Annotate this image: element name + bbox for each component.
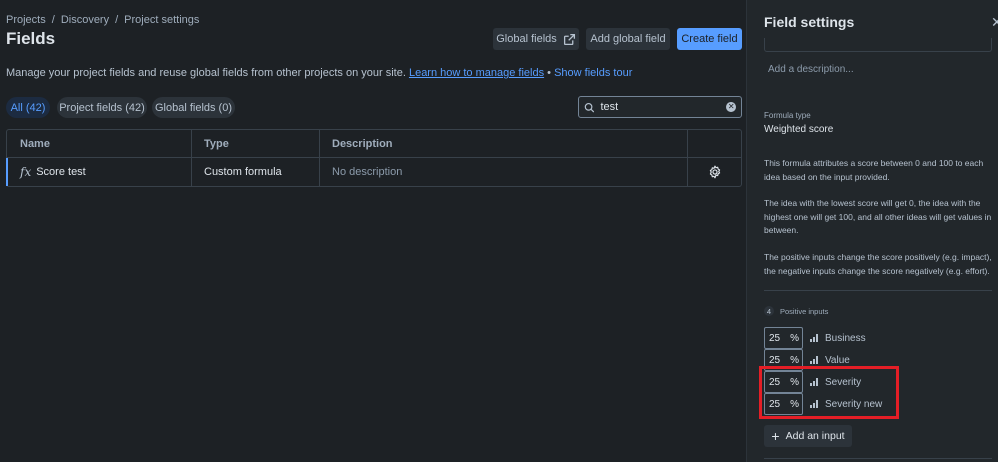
bar-chart-icon — [810, 400, 818, 408]
page-title: Fields — [6, 29, 56, 48]
search-input[interactable] — [600, 101, 721, 113]
search-icon — [584, 102, 595, 112]
column-name[interactable]: Name — [7, 130, 192, 157]
row-actions — [688, 158, 741, 186]
input-row-severity-new: 25% Severity new — [764, 393, 882, 415]
description-field[interactable]: Add a description... — [768, 64, 854, 75]
bar-chart-icon — [810, 378, 818, 386]
row-name: Score test — [36, 166, 86, 178]
add-input-label: Add an input — [785, 430, 845, 442]
add-input-button[interactable]: + Add an input — [764, 425, 852, 447]
external-link-icon — [563, 33, 575, 45]
intro-description: Manage your project fields and reuse glo… — [6, 67, 406, 79]
row-type: Custom formula — [192, 158, 320, 186]
field-settings-panel: Field settings ✕ Add a description... Fo… — [746, 0, 998, 462]
filter-global-fields[interactable]: Global fields (0) — [152, 97, 235, 118]
column-description[interactable]: Description — [320, 130, 688, 157]
input-label: Value — [825, 354, 850, 366]
weight-value: 25 — [769, 376, 781, 388]
weight-input[interactable]: 25% — [764, 327, 803, 349]
column-type[interactable]: Type — [192, 130, 320, 157]
row-name-cell: fx Score test — [7, 158, 192, 186]
column-actions — [688, 130, 741, 157]
bar-chart-icon — [810, 356, 818, 364]
input-row-business: 25% Business — [764, 327, 866, 349]
breadcrumb-separator: / — [51, 14, 55, 26]
formula-explanation-1: This formula attributes a score between … — [764, 158, 984, 182]
formula-type-value: Weighted score — [764, 124, 834, 135]
clear-icon[interactable]: ✕ — [726, 102, 736, 112]
global-fields-button[interactable]: Global fields — [493, 28, 579, 50]
input-label: Severity — [825, 376, 862, 388]
close-icon[interactable]: ✕ — [991, 14, 998, 31]
formula-type-label: Formula type — [764, 111, 811, 120]
learn-more-link[interactable]: Learn how to manage fields — [409, 67, 544, 79]
breadcrumb: Projects / Discovery / Project settings — [6, 14, 199, 26]
percent-sign: % — [790, 376, 799, 388]
panel-title: Field settings — [764, 14, 855, 30]
percent-sign: % — [790, 354, 799, 366]
weight-value: 25 — [769, 354, 781, 366]
divider — [764, 290, 992, 291]
input-label: Severity new — [825, 398, 883, 410]
intro-text: Manage your project fields and reuse glo… — [6, 67, 632, 79]
breadcrumb-project-settings[interactable]: Project settings — [124, 14, 199, 26]
filter-project-fields[interactable]: Project fields (42) — [57, 97, 147, 118]
weight-input[interactable]: 25% — [764, 371, 803, 393]
main-content: Projects / Discovery / Project settings Fiel… — [0, 0, 746, 462]
percent-sign: % — [790, 332, 799, 344]
row-description: No description — [320, 158, 688, 186]
breadcrumb-separator: / — [115, 14, 119, 26]
filter-all[interactable]: All (42) — [6, 97, 50, 118]
intro-bullet: • — [547, 67, 552, 79]
formula-explanation-2: The idea with the lowest score will get … — [764, 198, 992, 235]
input-row-severity: 25% Severity — [764, 371, 861, 393]
search-box: ✕ — [578, 96, 742, 118]
table-header: Name Type Description — [7, 130, 741, 158]
input-label: Business — [825, 332, 866, 344]
weight-value: 25 — [769, 398, 781, 410]
positive-inputs-label: Positive inputs — [780, 306, 829, 316]
bar-chart-icon — [810, 334, 818, 342]
table-row[interactable]: fx Score test Custom formula No descript… — [6, 158, 741, 186]
divider — [764, 458, 992, 459]
global-fields-label: Global fields — [496, 33, 557, 45]
gear-icon[interactable] — [708, 165, 722, 179]
weight-input[interactable]: 25% — [764, 349, 803, 371]
input-row-value: 25% Value — [764, 349, 850, 371]
fields-table: Name Type Description fx Score test Cust… — [6, 129, 742, 187]
weight-value: 25 — [769, 332, 781, 344]
create-field-button[interactable]: Create field — [677, 28, 742, 50]
weight-input[interactable]: 25% — [764, 393, 803, 415]
add-global-field-button[interactable]: Add global field — [586, 28, 670, 50]
field-name-input[interactable] — [764, 38, 992, 52]
positive-inputs-header: 4 Positive inputs — [764, 306, 828, 316]
formula-icon: fx — [20, 165, 32, 179]
fields-tour-link[interactable]: Show fields tour — [554, 67, 632, 79]
percent-sign: % — [790, 398, 799, 410]
breadcrumb-discovery[interactable]: Discovery — [61, 14, 109, 26]
plus-icon: + — [771, 428, 780, 444]
formula-explanation-3: The positive inputs change the score pos… — [764, 252, 992, 276]
positive-inputs-count: 4 — [764, 306, 774, 316]
breadcrumb-projects[interactable]: Projects — [6, 14, 46, 26]
